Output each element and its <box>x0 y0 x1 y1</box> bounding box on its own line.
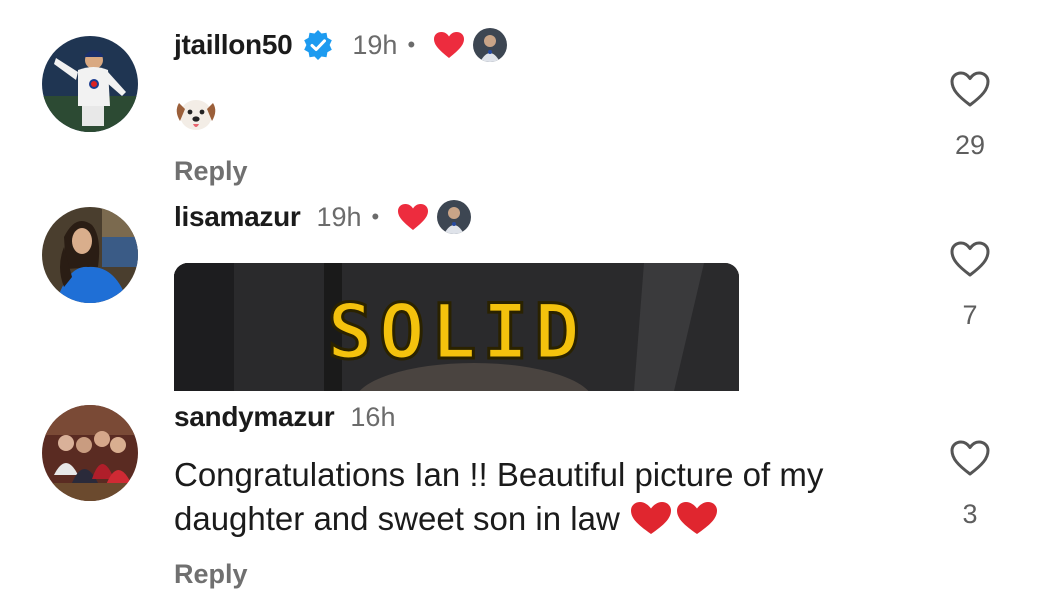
like-control: 3 <box>948 439 992 530</box>
comment-header: lisamazur 19h • <box>174 200 472 234</box>
like-count: 3 <box>962 499 978 529</box>
like-control: 7 <box>948 240 992 331</box>
verified-badge-icon <box>302 29 334 61</box>
gif-caption: SOLID <box>326 286 586 378</box>
creator-heart-icon <box>433 31 465 59</box>
avatar[interactable] <box>42 36 138 132</box>
timestamp: 16h <box>350 401 396 432</box>
comment-item: sandymazur 16h Congratulations Ian !! Be… <box>0 395 1045 590</box>
creator-avatar <box>473 28 508 62</box>
two-red-hearts-icon <box>629 500 721 547</box>
avatar[interactable] <box>42 405 138 501</box>
dog-face-emoji-icon <box>174 97 218 133</box>
heart-outline-icon[interactable] <box>949 439 991 477</box>
heart-outline-icon[interactable] <box>949 240 991 278</box>
separator-dot: • <box>407 32 416 57</box>
comment-item: jtaillon50 19h • Reply 29 <box>0 0 1045 195</box>
timestamp: 19h <box>316 201 362 232</box>
avatar[interactable] <box>42 207 138 303</box>
comment-body: Congratulations Ian !! Beautiful picture… <box>174 456 824 537</box>
like-count: 7 <box>962 300 978 330</box>
reply-button[interactable]: Reply <box>174 156 248 187</box>
like-control: 29 <box>948 70 992 161</box>
username[interactable]: lisamazur <box>174 201 301 233</box>
creator-heart-icon <box>397 203 429 231</box>
gif-attachment[interactable]: SOLID <box>174 263 739 391</box>
comment-header: jtaillon50 19h • <box>174 28 508 62</box>
timestamp: 19h <box>352 29 398 60</box>
username[interactable]: jtaillon50 <box>174 29 293 61</box>
heart-outline-icon[interactable] <box>949 70 991 108</box>
separator-dot: • <box>371 204 380 229</box>
comment-text: Congratulations Ian !! Beautiful picture… <box>174 453 894 547</box>
creator-avatar <box>437 200 472 234</box>
username[interactable]: sandymazur <box>174 401 335 433</box>
like-count: 29 <box>954 130 986 160</box>
comment-header: sandymazur 16h <box>174 401 395 433</box>
reply-button[interactable]: Reply <box>174 559 248 590</box>
